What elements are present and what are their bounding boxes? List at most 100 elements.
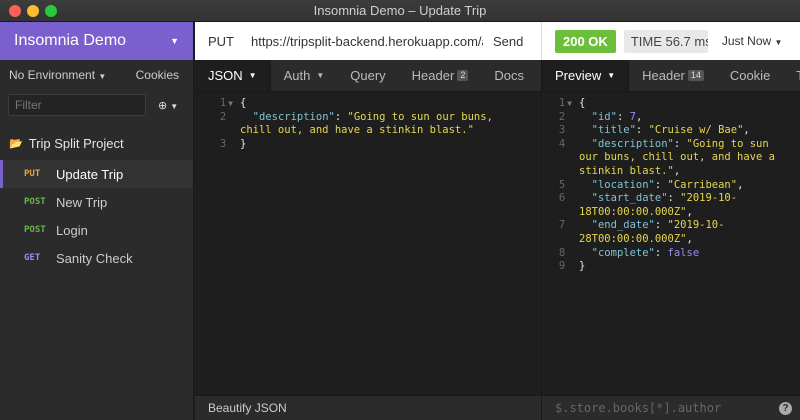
code-text: { xyxy=(240,97,247,109)
response-tabs: Preview ▼ Header14 Cookie T xyxy=(541,60,800,92)
method-dropdown[interactable]: PUT xyxy=(195,34,251,49)
sidebar-item-update-trip[interactable]: PUT Update Trip xyxy=(0,160,193,188)
environment-row: No Environment ▼ Cookies xyxy=(0,60,193,90)
code-line: 1 ▼ { xyxy=(542,97,800,111)
method-badge: POST xyxy=(24,225,46,235)
code-line: 3▼} xyxy=(195,138,541,152)
close-window-button[interactable] xyxy=(9,5,21,17)
request-body-editor[interactable]: 1▼ { 2▼ "description": "Going to sun our … xyxy=(195,92,541,395)
cookies-button[interactable]: Cookies xyxy=(136,68,179,82)
window-title: Insomnia Demo – Update Trip xyxy=(313,3,487,18)
code-line: 6▼ "start_date": "2019-10-18T00:00:00.00… xyxy=(542,192,800,219)
environment-dropdown[interactable]: No Environment ▼ xyxy=(9,68,106,82)
sidebar-filter-input[interactable] xyxy=(8,94,146,116)
workspace-dropdown[interactable]: Insomnia Demo ▼ xyxy=(0,22,193,60)
sidebar-item-login[interactable]: POST Login xyxy=(0,216,193,244)
code-line: 2▼ "description": "Going to sun our buns… xyxy=(195,111,541,138)
maximize-window-button[interactable] xyxy=(45,5,57,17)
history-dropdown[interactable]: Just Now ▼ xyxy=(722,34,783,48)
tab-query[interactable]: Query xyxy=(337,60,398,91)
code-text: "location": "Carribean", xyxy=(591,178,744,191)
code-line: 4▼ "description": "Going to sun our buns… xyxy=(542,138,800,179)
line-number: 3▼ xyxy=(558,124,566,137)
code-text: "start_date": "2019-10-18T00:00:00.000Z"… xyxy=(579,192,738,218)
add-request-button[interactable]: ⊕ ▼ xyxy=(158,99,178,112)
line-number: 5▼ xyxy=(558,178,566,191)
response-footer: $.store.books[*].author ? xyxy=(541,395,800,420)
chevron-down-icon: ▼ xyxy=(98,72,107,81)
tab-label: Cookie xyxy=(729,68,771,83)
code-line: 3▼ "title": "Cruise w/ Bae", xyxy=(542,124,800,138)
tab-preview[interactable]: Preview ▼ xyxy=(542,60,630,91)
tab-label: T xyxy=(796,68,800,83)
title-bar: Insomnia Demo – Update Trip xyxy=(0,0,800,22)
tab-timeline[interactable]: T xyxy=(783,60,800,91)
line-number: 1 ▼ xyxy=(558,97,572,109)
tab-label: Auth xyxy=(283,68,311,83)
tab-docs[interactable]: Docs xyxy=(481,60,537,91)
status-badge: 200 OK xyxy=(555,29,616,53)
line-number: 8▼ xyxy=(558,246,566,259)
code-text: } xyxy=(579,260,586,273)
code-text: { xyxy=(579,97,586,109)
tab-auth[interactable]: Auth ▼ xyxy=(271,60,338,91)
fold-arrow-icon[interactable]: ▼ xyxy=(565,99,572,108)
line-number: 4▼ xyxy=(558,137,566,150)
folder-trip-split-project[interactable]: 📂 Trip Split Project xyxy=(0,126,193,160)
line-number: 1 ▼ xyxy=(219,97,233,109)
line-number: 9▼ xyxy=(558,260,566,273)
response-status-bar: 200 OK TIME 56.7 ms Just Now ▼ xyxy=(541,22,800,60)
chevron-down-icon: ▼ xyxy=(170,101,179,111)
request-name: Sanity Check xyxy=(56,250,133,266)
code-text: "title": "Cruise w/ Bae", xyxy=(591,124,750,137)
chevron-down-icon: ▼ xyxy=(607,71,616,80)
code-line: 1 ▼ { xyxy=(195,97,541,111)
code-text: "end_date": "2019-10-28T00:00:00.000Z", xyxy=(579,219,725,245)
folder-open-icon: 📂 xyxy=(9,137,23,150)
method-badge: PUT xyxy=(24,169,41,179)
request-footer: Beautify JSON xyxy=(195,395,541,420)
url-input[interactable]: https://tripsplit-backend.herokuapp.com/… xyxy=(251,34,483,49)
sidebar-item-new-trip[interactable]: POST New Trip xyxy=(0,188,193,216)
line-number: 3▼ xyxy=(219,137,227,150)
chevron-down-icon: ▼ xyxy=(170,36,179,46)
send-button[interactable]: Send xyxy=(493,34,523,49)
method-badge: POST xyxy=(24,197,46,207)
code-line: 2▼ "id": 7, xyxy=(542,111,800,125)
app-window: Insomnia Demo – Update Trip Insomnia Dem… xyxy=(0,0,800,420)
tab-header[interactable]: Header 2 xyxy=(399,60,482,91)
beautify-json-button[interactable]: Beautify JSON xyxy=(208,401,287,415)
help-icon[interactable]: ? xyxy=(779,401,792,415)
folder-label: Trip Split Project xyxy=(28,135,124,151)
chevron-down-icon: ▼ xyxy=(774,38,783,47)
header-count-badge: 14 xyxy=(687,70,704,81)
line-number: 6▼ xyxy=(558,192,566,205)
code-line: 5▼ "location": "Carribean", xyxy=(542,179,800,193)
tab-json[interactable]: JSON ▼ xyxy=(195,60,271,91)
code-text: } xyxy=(240,137,247,150)
code-line: 8▼ "complete": false xyxy=(542,247,800,261)
request-name: Login xyxy=(56,222,88,238)
code-text: "description": "Going to sun our buns, c… xyxy=(579,137,782,177)
tab-label: Header xyxy=(642,68,685,83)
tab-response-header[interactable]: Header 14 xyxy=(629,60,717,91)
response-filter-input[interactable]: $.store.books[*].author xyxy=(555,401,721,415)
filter-row: ⊕ ▼ xyxy=(0,90,193,120)
code-text: "description": "Going to sun our buns, c… xyxy=(240,110,500,137)
code-line: 9▼} xyxy=(542,260,800,274)
method-badge: GET xyxy=(24,253,41,263)
code-text: "id": 7, xyxy=(591,110,643,123)
tab-label: Docs xyxy=(494,68,524,83)
time-badge: TIME 56.7 ms xyxy=(623,29,708,53)
minimize-window-button[interactable] xyxy=(27,5,39,17)
plus-circle-icon: ⊕ xyxy=(158,99,168,112)
sidebar: Insomnia Demo ▼ No Environment ▼ Cookies… xyxy=(0,22,194,420)
sidebar-item-sanity-check[interactable]: GET Sanity Check xyxy=(0,244,193,272)
tab-cookie[interactable]: Cookie xyxy=(717,60,783,91)
chevron-down-icon: ▼ xyxy=(248,71,257,80)
url-bar: PUT https://tripsplit-backend.herokuapp.… xyxy=(195,22,541,60)
chevron-down-icon: ▼ xyxy=(316,71,325,80)
fold-arrow-icon[interactable]: ▼ xyxy=(226,99,233,108)
environment-label: No Environment xyxy=(9,68,96,82)
header-count-badge: 2 xyxy=(457,70,469,81)
